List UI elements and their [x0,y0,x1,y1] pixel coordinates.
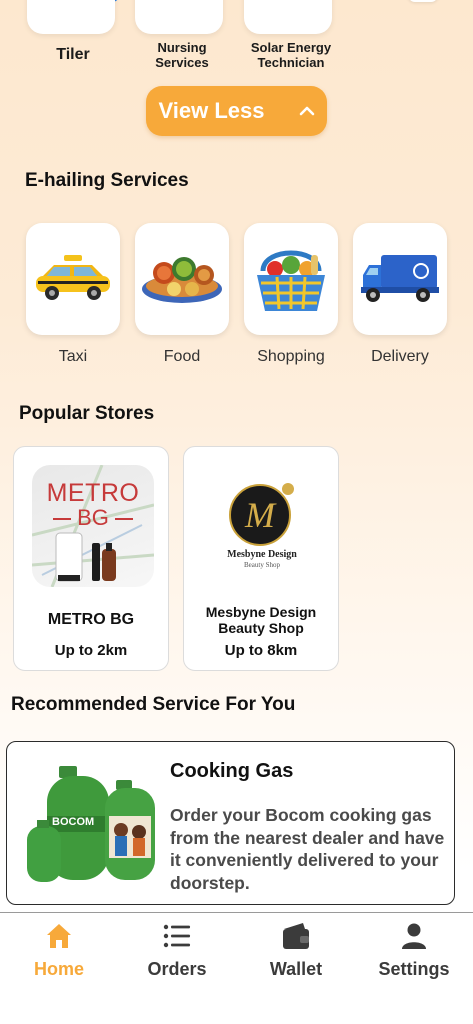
wallet-icon [283,923,309,949]
gas-brand-label: BOCOM [52,816,95,828]
nav-home-label: Home [33,959,84,979]
mesbyne-logo-text: Mesbyne Design [227,549,297,560]
nav-orders[interactable]: Orders [118,919,236,989]
ehailing-taxi-tile[interactable] [26,223,120,335]
store-name-metro-bg: METRO BG [47,611,135,628]
mesbyne-logo-emblem: M [229,483,294,546]
ehailing-shopping-label: Shopping [257,348,325,365]
ehailing-food-label: Food [163,348,201,365]
metro-logo-line2: BG [32,505,154,531]
ehailing-title: E-hailing Services [25,170,189,191]
store-distance-mesbyne: Up to 8km [224,642,298,659]
service-label-tiler: Tiler [56,46,90,63]
service-tile-solar[interactable] [244,0,332,34]
metro-logo-line1: METRO [46,479,140,507]
nav-home[interactable]: Home [0,919,118,989]
shopping-basket-icon [257,250,325,311]
nav-settings[interactable]: Settings [355,919,473,989]
nav-orders-label: Orders [147,959,207,979]
nav-settings-label: Settings [378,959,450,979]
service-tile-tiler[interactable] [27,0,115,34]
food-platter-icon [142,257,222,303]
service-label-nursing: Nursing Services [155,40,209,70]
service-label-solar: Solar Energy Technician [250,40,332,70]
ehailing-delivery-tile[interactable] [353,223,447,335]
person-icon [402,923,426,949]
view-less-label: View Less [158,98,265,123]
ehailing-food-tile[interactable] [135,223,229,335]
store-card-mesbyne[interactable]: M Mesbyne Design Beauty Shop Mesbyne Des… [183,446,339,671]
metro-bg-logo: METRO BG [32,465,154,587]
delivery-truck-icon [361,255,439,302]
list-icon [163,924,190,948]
home-icon [47,924,71,948]
recommended-card-title: Cooking Gas [170,760,294,782]
nav-wallet[interactable]: Wallet [237,919,355,989]
nav-wallet-label: Wallet [269,959,323,979]
popular-stores-title: Popular Stores [19,403,155,424]
store-card-metro-bg[interactable]: METRO BG METRO BG Up to 2km [13,446,169,671]
recommended-title: Recommended Service For You [11,694,296,715]
view-less-button[interactable]: View Less [146,86,327,136]
recommended-card-description: Order your Bocom cooking gas from the ne… [170,805,445,893]
mesbyne-logo-sub: Beauty Shop [244,561,280,569]
bottom-navigation: Home Orders Wallet Settings [0,912,473,1024]
service-tile-nursing[interactable] [135,0,223,34]
ehailing-shopping-tile[interactable] [244,223,338,335]
taxi-icon [36,255,110,300]
recommended-card-cooking-gas[interactable]: BOCOM Cooking Gas Order your Bocom cooki… [6,741,455,905]
svg-text:M: M [244,495,277,535]
ehailing-delivery-label: Delivery [371,348,429,365]
ehailing-taxi-label: Taxi [58,348,88,365]
store-name-mesbyne: Mesbyne Design Beauty Shop [205,604,317,636]
chevron-up-icon [299,106,314,116]
top-right-tile-edge [408,0,438,2]
store-distance-metro-bg: Up to 2km [54,642,128,659]
